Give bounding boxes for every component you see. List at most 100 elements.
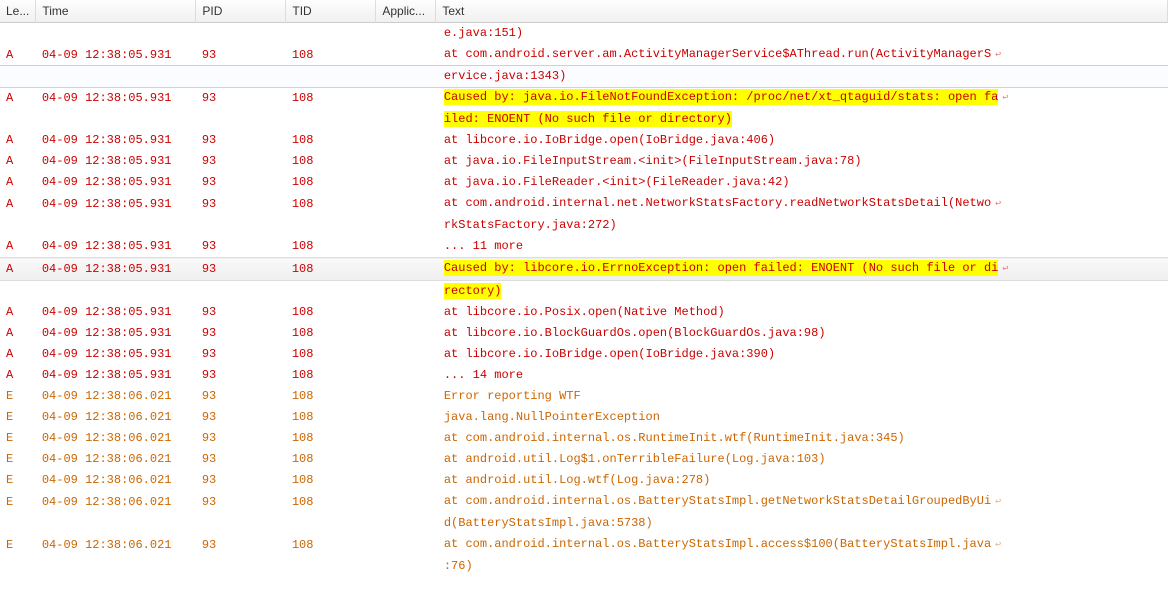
table-row[interactable]: E04-09 12:38:06.02193108at com.android.i… [0,428,1168,449]
cell-tid: 108 [286,302,376,323]
table-row[interactable]: A04-09 12:38:05.93193108at java.io.FileR… [0,172,1168,193]
table-row[interactable]: E04-09 12:38:06.02193108at android.util.… [0,449,1168,470]
cell-text: Error reporting WTF [436,386,1168,407]
resize-handle[interactable] [281,0,285,22]
header-level[interactable]: Le... [0,0,36,23]
cell-tid [286,556,376,577]
cell-pid: 93 [196,87,286,109]
cell-time: 04-09 12:38:06.021 [36,386,196,407]
table-row[interactable]: A04-09 12:38:05.93193108Caused by: java.… [0,87,1168,109]
cell-pid: 93 [196,323,286,344]
cell-tid: 108 [286,534,376,556]
cell-level [0,66,36,87]
cell-time [36,281,196,303]
cell-pid: 93 [196,386,286,407]
cell-pid: 93 [196,470,286,491]
table-row[interactable]: E04-09 12:38:06.02193108java.lang.NullPo… [0,407,1168,428]
cell-tid: 108 [286,236,376,258]
cell-tid: 108 [286,491,376,513]
cell-app [376,151,436,172]
table-row[interactable]: rkStatsFactory.java:272) [0,215,1168,236]
cell-pid [196,66,286,87]
cell-level: A [0,44,36,66]
cell-text: java.lang.NullPointerException [436,407,1168,428]
header-pid[interactable]: PID [196,0,286,23]
table-row[interactable]: A04-09 12:38:05.93193108at libcore.io.Io… [0,344,1168,365]
cell-level: E [0,407,36,428]
cell-pid: 93 [196,236,286,258]
table-row[interactable]: E04-09 12:38:06.02193108Error reporting … [0,386,1168,407]
table-row[interactable]: A04-09 12:38:05.93193108at java.io.FileI… [0,151,1168,172]
header-application[interactable]: Applic... [376,0,436,23]
cell-time: 04-09 12:38:05.931 [36,258,196,281]
cell-text: ... 14 more [436,365,1168,386]
cell-time: 04-09 12:38:06.021 [36,449,196,470]
table-row[interactable]: A04-09 12:38:05.93193108at libcore.io.Io… [0,130,1168,151]
cell-time: 04-09 12:38:06.021 [36,428,196,449]
cell-app [376,236,436,258]
header-time[interactable]: Time [36,0,196,23]
table-row[interactable]: E04-09 12:38:06.02193108at com.android.i… [0,534,1168,556]
cell-time: 04-09 12:38:06.021 [36,407,196,428]
cell-level [0,281,36,303]
resize-handle[interactable] [431,0,435,22]
cell-tid: 108 [286,386,376,407]
cell-level: E [0,470,36,491]
cell-app [376,428,436,449]
table-row[interactable]: A04-09 12:38:05.93193108at libcore.io.Po… [0,302,1168,323]
cell-pid: 93 [196,44,286,66]
table-header-row: Le... Time PID TID Applic... Text [0,0,1168,23]
table-row[interactable]: E04-09 12:38:06.02193108at com.android.i… [0,491,1168,513]
cell-time: 04-09 12:38:05.931 [36,323,196,344]
cell-text: ... 11 more [436,236,1168,258]
cell-level: A [0,151,36,172]
resize-handle[interactable] [191,0,195,22]
cell-text: rectory) [436,281,1168,303]
wrap-icon: ↩ [991,50,1001,61]
cell-text: d(BatteryStatsImpl.java:5738) [436,513,1168,534]
table-row[interactable]: iled: ENOENT (No such file or directory) [0,109,1168,130]
cell-app [376,449,436,470]
table-row[interactable]: A04-09 12:38:05.93193108Caused by: libco… [0,258,1168,281]
cell-level: A [0,344,36,365]
cell-text: ervice.java:1343) [436,66,1168,87]
table-row[interactable]: E04-09 12:38:06.02193108at android.util.… [0,470,1168,491]
table-row[interactable]: rectory) [0,281,1168,303]
table-row[interactable]: d(BatteryStatsImpl.java:5738) [0,513,1168,534]
cell-level: A [0,172,36,193]
resize-handle[interactable] [31,0,35,22]
cell-pid: 93 [196,130,286,151]
cell-pid: 93 [196,172,286,193]
cell-level: A [0,236,36,258]
cell-text: at android.util.Log$1.onTerribleFailure(… [436,449,1168,470]
cell-tid: 108 [286,323,376,344]
wrap-icon: ↩ [991,497,1001,508]
cell-pid: 93 [196,151,286,172]
cell-app [376,281,436,303]
cell-level [0,23,36,45]
table-row[interactable]: :76) [0,556,1168,577]
table-row[interactable]: A04-09 12:38:05.93193108... 14 more [0,365,1168,386]
wrap-icon: ↩ [991,199,1001,210]
table-row[interactable]: A04-09 12:38:05.93193108... 11 more [0,236,1168,258]
cell-pid [196,556,286,577]
highlighted-text: rectory) [444,283,502,299]
cell-app [376,302,436,323]
cell-pid: 93 [196,407,286,428]
table-row[interactable]: e.java:151) [0,23,1168,45]
cell-pid: 93 [196,428,286,449]
cell-app [376,172,436,193]
cell-time [36,109,196,130]
cell-tid [286,513,376,534]
cell-pid [196,281,286,303]
cell-text: :76) [436,556,1168,577]
table-row[interactable]: A04-09 12:38:05.93193108at com.android.s… [0,44,1168,66]
resize-handle[interactable] [371,0,375,22]
table-row[interactable]: ervice.java:1343) [0,66,1168,87]
header-tid[interactable]: TID [286,0,376,23]
table-row[interactable]: A04-09 12:38:05.93193108at com.android.i… [0,193,1168,215]
resize-handle[interactable] [1163,0,1167,22]
header-text[interactable]: Text [436,0,1168,23]
table-row[interactable]: A04-09 12:38:05.93193108at libcore.io.Bl… [0,323,1168,344]
cell-app [376,386,436,407]
